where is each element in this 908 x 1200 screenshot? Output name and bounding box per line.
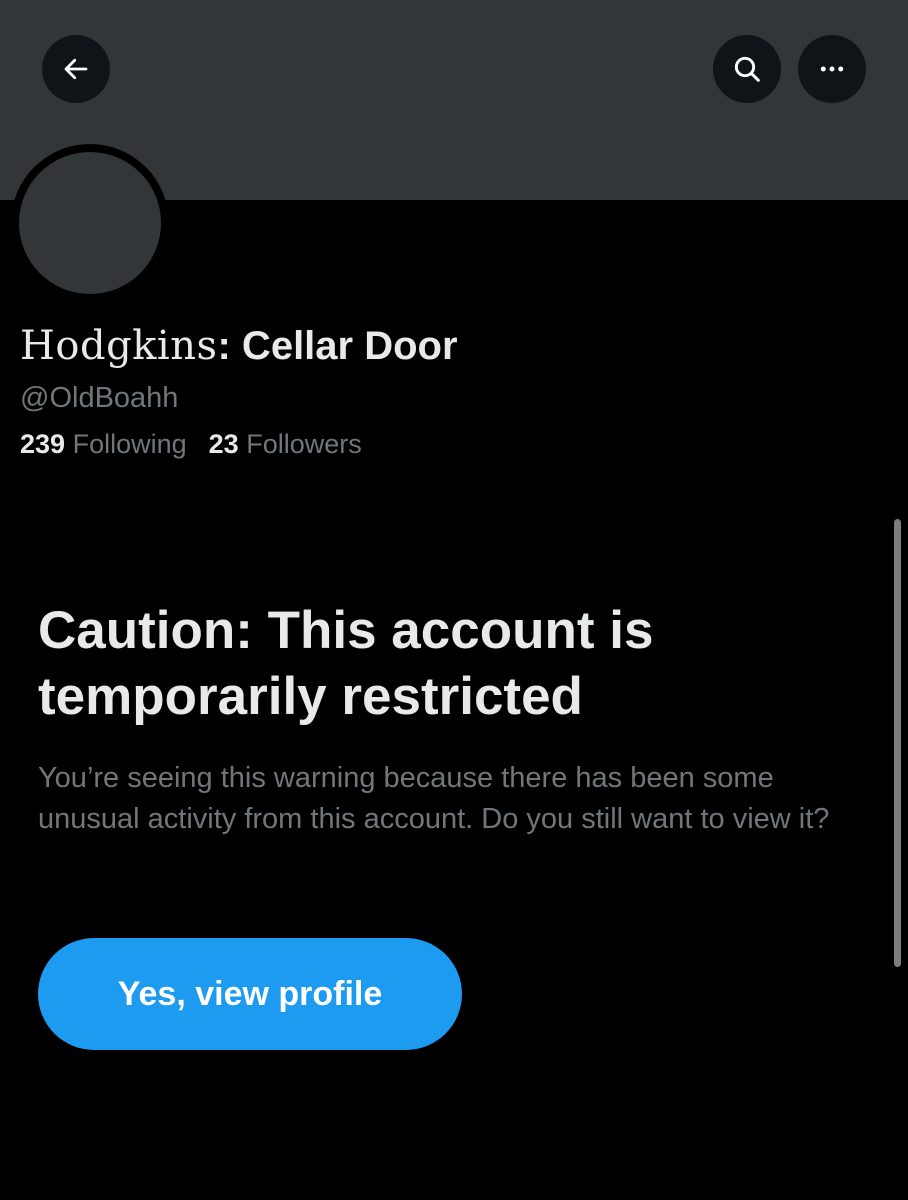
scrollbar[interactable]: [894, 519, 901, 967]
warning-title: Caution: This account is temporarily res…: [38, 601, 654, 726]
more-horizontal-icon: [820, 66, 844, 72]
followers-label: Followers: [246, 429, 362, 459]
search-button[interactable]: [713, 35, 781, 103]
search-icon: [734, 56, 760, 82]
display-name-stylized: Hodgkins: [20, 323, 218, 369]
followers-count: 23: [208, 429, 239, 459]
following-label: Following: [72, 429, 187, 459]
avatar[interactable]: [19, 152, 161, 294]
more-options-button[interactable]: [798, 35, 866, 103]
arrow-left-icon: [64, 58, 88, 80]
following-count: 239: [20, 429, 66, 459]
warning-description: You’re seeing this warning because there…: [38, 762, 830, 835]
display-name: Hodgkins: Cellar Door: [20, 320, 458, 372]
display-name-rest: : Cellar Door: [217, 324, 458, 368]
user-handle: @OldBoahh: [20, 382, 179, 414]
following-link[interactable]: 239 Following: [20, 429, 187, 459]
follow-stats: 239 Following 23 Followers: [20, 424, 362, 464]
view-profile-button[interactable]: Yes, view profile: [38, 938, 462, 1050]
back-button[interactable]: [42, 35, 110, 103]
followers-link[interactable]: 23 Followers: [209, 429, 362, 459]
